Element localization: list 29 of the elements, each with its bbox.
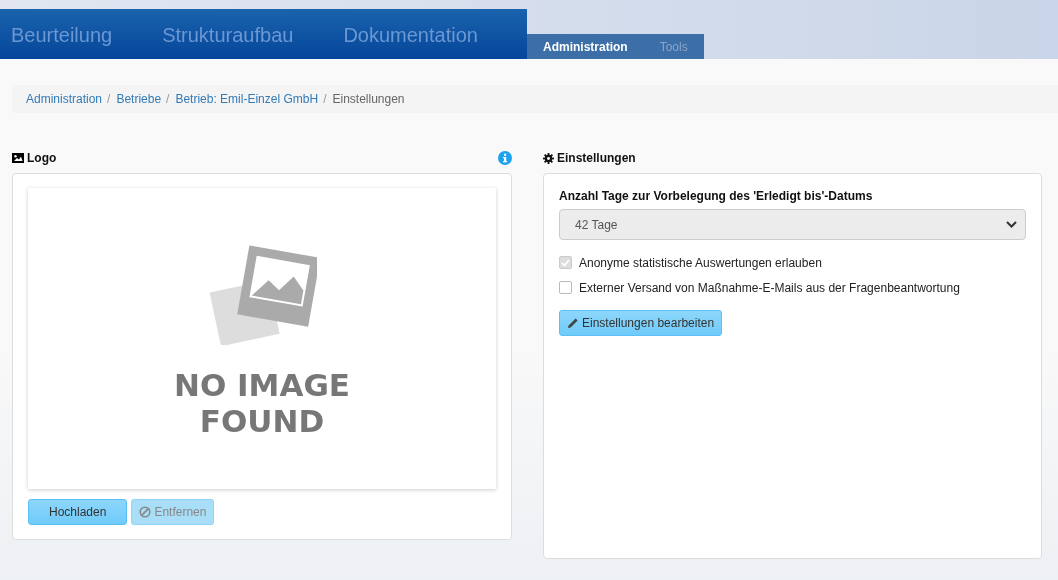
nav-tab[interactable]: Strukturaufbau <box>151 24 294 59</box>
nav-tab[interactable]: Dokumentation <box>332 24 478 59</box>
checkbox-label: Externer Versand von Maßnahme-E-Mails aus der Fragenbeantwortung <box>579 280 960 295</box>
image-placeholder-icon <box>207 245 317 345</box>
breadcrumb-separator: / <box>165 92 171 106</box>
nav-tab[interactable]: Beurteilung <box>0 24 113 59</box>
info-icon[interactable] <box>498 151 512 165</box>
checkbox[interactable] <box>559 281 572 294</box>
breadcrumb-link[interactable]: Betrieb: Emil-Einzel GmbH <box>175 92 319 106</box>
breadcrumb-link[interactable]: Administration <box>26 92 103 106</box>
sub-nav-tab[interactable]: Administration <box>527 34 644 59</box>
pencil-icon <box>567 317 579 329</box>
sub-nav-tab[interactable]: Tools <box>643 34 704 59</box>
placeholder-text: NO IMAGE <box>173 367 351 403</box>
breadcrumb-current: Einstellungen <box>332 92 405 106</box>
checkbox-label: Anonyme statistische Auswertungen erlauben <box>579 255 822 270</box>
breadcrumb-link[interactable]: Betriebe <box>116 92 162 106</box>
panel-title: Einstellungen <box>557 151 636 165</box>
gear-icon <box>543 152 554 164</box>
edit-settings-button[interactable]: Einstellungen bearbeiten <box>559 310 723 336</box>
ban-icon <box>139 506 152 518</box>
image-icon <box>12 153 24 163</box>
breadcrumb-separator: / <box>322 92 328 106</box>
field-label: Anzahl Tage zur Vorbelegung des 'Erledigt bis'-Datums <box>559 189 874 203</box>
placeholder-text: FOUND <box>199 403 325 439</box>
breadcrumb-separator: / <box>106 92 112 106</box>
chevron-down-icon <box>1006 221 1017 228</box>
panel-title: Logo <box>27 151 57 165</box>
logo-action-button[interactable]: Hochladen <box>28 499 128 525</box>
